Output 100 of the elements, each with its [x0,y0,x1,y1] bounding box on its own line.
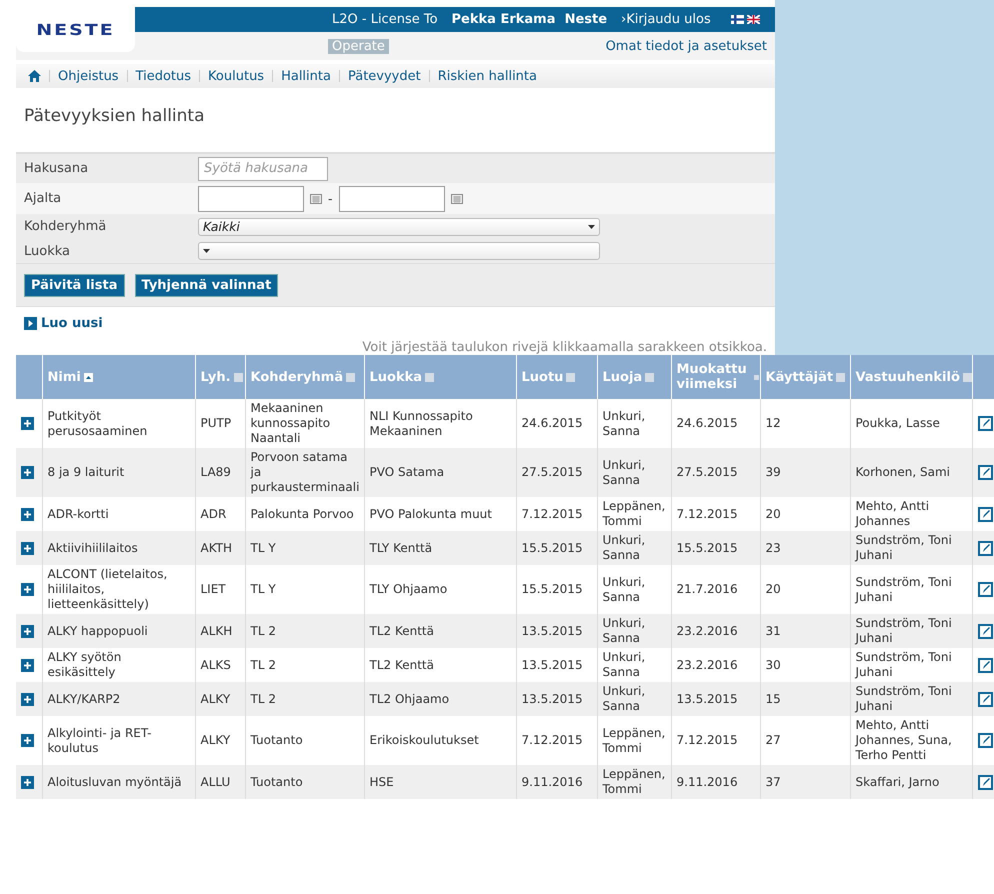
expand-icon [21,466,34,479]
table-cell: 15.5.2015 [522,540,583,554]
table-cell: 20 [766,582,781,596]
table-cell: Palokunta Porvoo [250,506,354,520]
table-cell: PVO Satama [370,465,444,479]
table-cell: Unkuri, Sanna [602,650,646,679]
table-cell: Unkuri, Sanna [602,684,646,713]
table-cell: 27.5.2015 [676,465,738,479]
edit-icon [978,692,992,706]
table-cell: Aloitusluvan myöntäjä [48,774,182,788]
table-cell: 15.5.2015 [676,540,738,554]
expand-icon [21,583,34,596]
logo[interactable]: NESTE [16,7,135,52]
caret-icon [588,224,595,228]
expand-icon [21,692,34,706]
table-cell: Unkuri, Sanna [602,574,646,604]
table-cell: TL Y [250,582,276,596]
table-cell: ADR-kortti [48,506,109,520]
table-cell: 13.5.2015 [522,624,583,638]
nav-link[interactable]: Tiedotus [136,68,192,84]
flag-icon [730,15,744,24]
table-cell: Tuotanto [250,774,303,788]
create-link[interactable]: Luo uusi [24,316,103,331]
expand-icon [21,776,34,788]
action-button[interactable]: Päivitä lista [24,274,124,296]
table-cell: 23.2.2016 [676,658,738,672]
select-field[interactable] [198,242,600,260]
table-cell: Porvoon satama ja purkausterminaali [250,450,360,494]
table-cell: 15 [766,692,781,706]
date-field[interactable] [198,186,304,212]
table-cell: ADR [200,506,226,520]
table-cell: 23 [766,540,781,554]
table-cell: 8 ja 9 laiturit [48,465,124,479]
table-cell: 24.6.2015 [676,416,738,430]
date-field[interactable] [338,186,445,212]
table-cell: LIET [200,582,226,596]
logout-link[interactable]: ›Kirjaudu ulos [621,12,711,27]
table-cell: 30 [766,658,781,672]
table-cell: 7.12.2015 [522,506,583,520]
edit-icon [978,465,992,480]
table-cell: TL 2 [250,692,276,706]
sort-icon[interactable] [84,372,93,382]
table-cell: Sundström, Toni Juhani [856,684,952,713]
table-cell: 31 [766,624,781,638]
nav-link[interactable]: Ohjeistus [58,68,119,84]
play-icon [24,317,37,330]
table-cell: 27.5.2015 [522,465,583,479]
expand-icon [21,624,34,638]
table-cell: 15.5.2015 [522,582,583,596]
expand-icon [21,417,34,430]
table-cell: TL 2 [250,658,276,672]
user-name: Pekka Erkama Neste [452,12,608,27]
calendar-icon [310,194,322,204]
settings-link[interactable]: Omat tiedot ja asetukset [606,38,767,54]
table-cell: PVO Palokunta muut [370,506,492,520]
table-cell: Unkuri, Sanna [602,458,646,486]
table-cell: Sundström, Toni Juhani [856,650,952,679]
table-cell: Mehto, Antti Johannes, Suna, Terho Pentti [856,718,952,762]
table-cell: HSE [370,774,394,788]
select-field[interactable]: Kaikki [198,218,600,236]
nav-link[interactable]: Riskien hallinta [438,68,537,84]
search-field[interactable]: Syötä hakusana [198,156,328,180]
sort-hint: Voit järjestää taulukon rivejä klikkaamalla sarakkeen otsikkoa. [361,340,768,355]
table-cell: TLY Ohjaamo [370,582,448,596]
table-cell: Unkuri, Sanna [602,408,646,438]
expand-icon [21,658,34,672]
table-cell: PUTP [200,416,232,430]
table-cell: Mehto, Antti Johannes [856,499,930,528]
caret-icon [203,249,210,253]
edit-icon [978,540,992,556]
table-cell: Leppänen, Tommi [602,767,666,796]
nav-link[interactable]: Pätevyydet [348,68,421,84]
table-cell: Mekaaninen kunnossapito Naantali [250,401,330,445]
table-cell: Aktiivihiililaitos [48,540,138,554]
edit-icon [978,774,992,790]
table-cell: AKTH [200,540,232,554]
table-cell: Sundström, Toni Juhani [856,574,952,604]
table-cell: NLI Kunnossapito Mekaaninen [370,408,473,438]
table-cell: 7.12.2015 [522,733,583,747]
nav-link[interactable]: Koulutus [208,68,264,84]
expand-icon [21,734,34,747]
table-cell: Leppänen, Tommi [602,726,666,754]
nav-link[interactable]: Hallinta [281,68,331,84]
table-cell: 21.7.2016 [676,582,738,596]
table-cell: 7.12.2015 [676,506,738,520]
table-cell: 13.5.2015 [676,692,738,706]
table-cell: Poukka, Lasse [856,416,940,430]
filter-label: Kohderyhmä [23,219,108,234]
table-cell: Erikoiskoulutukset [370,733,479,747]
table-cell: 23.2.2016 [676,624,738,638]
table-cell: Alkylointi- ja RET-koulutus [48,726,152,754]
table-cell: 13.5.2015 [522,658,583,672]
table-cell: Korhonen, Sami [856,465,950,479]
action-button[interactable]: Tyhjennä valinnat [134,274,278,296]
table-cell: 20 [766,506,781,520]
table-cell: TL Y [250,540,276,554]
table-cell: LA89 [200,465,231,479]
table-cell: Leppänen, Tommi [602,499,666,528]
app-subtitle: Operate [328,38,389,54]
filter-label: Luokka [23,244,72,258]
